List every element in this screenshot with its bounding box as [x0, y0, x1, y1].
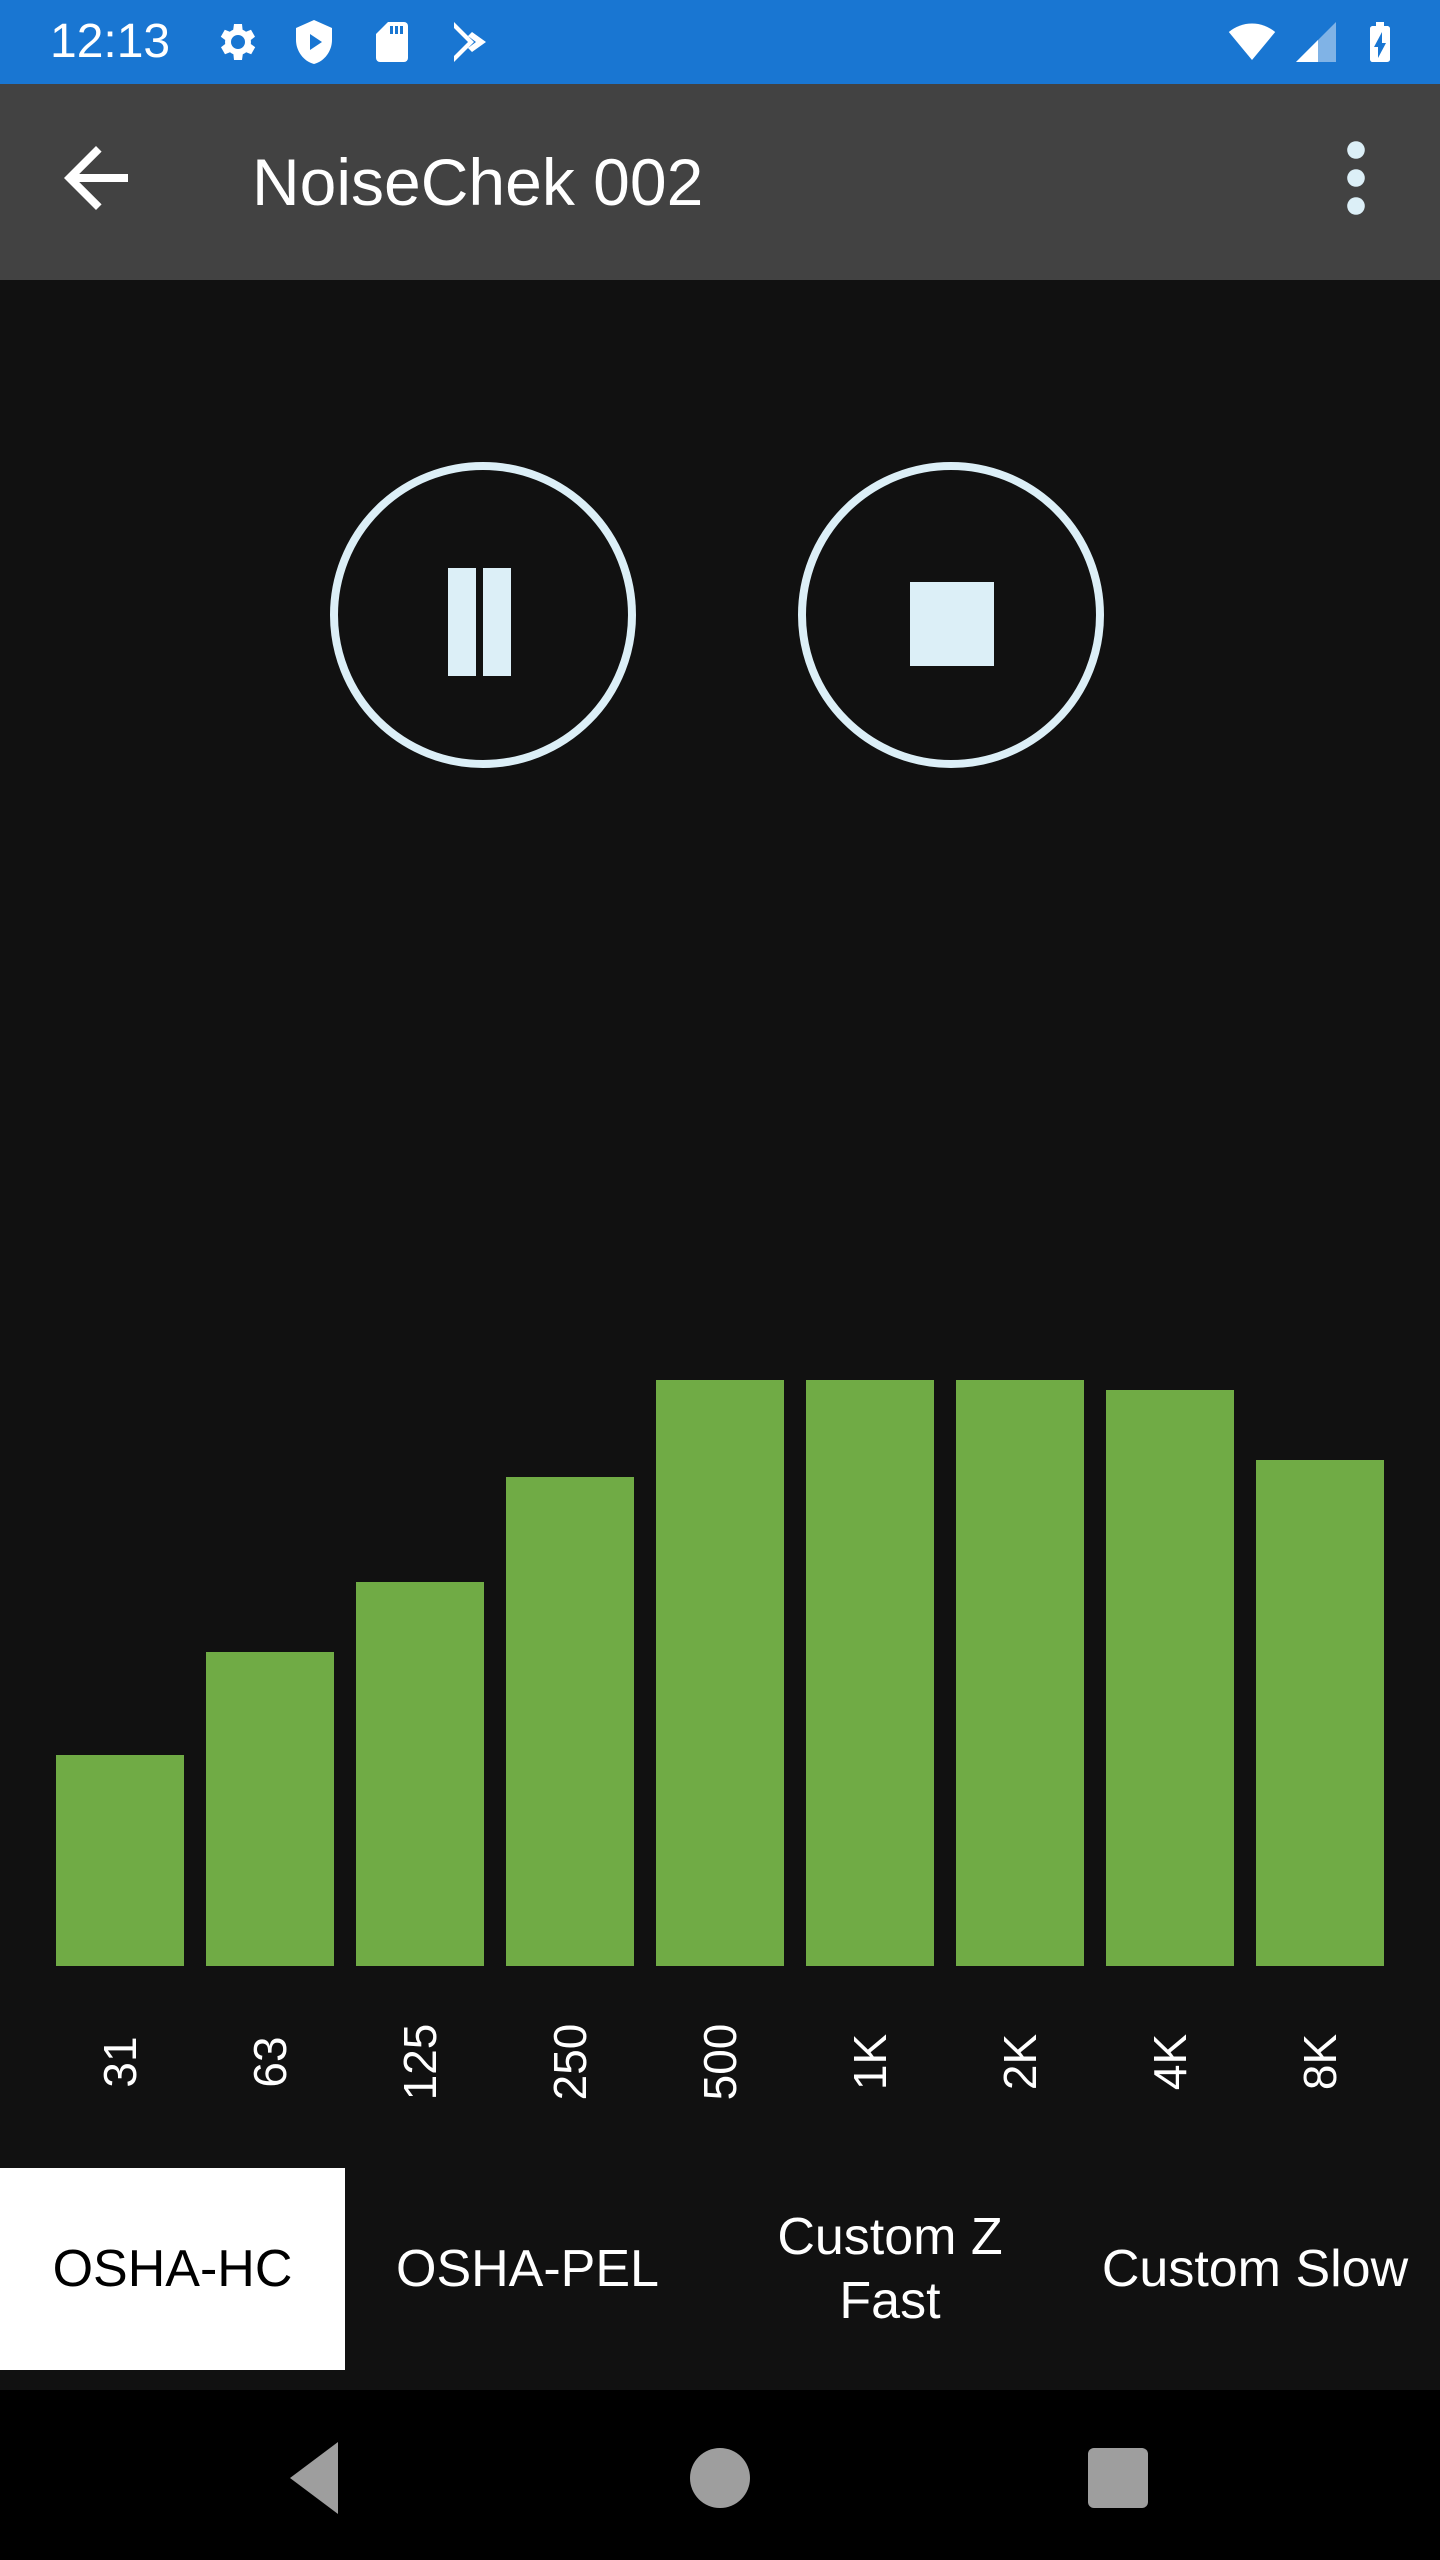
x-tick-label: 250 [544, 2023, 596, 2101]
sd-card-icon [376, 22, 408, 62]
pause-button[interactable] [330, 462, 636, 768]
tab-osha-hc[interactable]: OSHA-HC [0, 2168, 345, 2370]
chart-bar-4k [1106, 1389, 1234, 1966]
tab-label: Custom Slow [1101, 2240, 1409, 2298]
tab-label: OSHA-PEL [396, 2240, 659, 2298]
x-tick-label: 1K [844, 2033, 896, 2091]
nav-home-icon[interactable] [672, 2430, 768, 2526]
nav-recents-icon[interactable] [1070, 2430, 1166, 2526]
cell-signal-icon [1296, 22, 1336, 62]
pause-icon-bar [483, 568, 511, 676]
x-tick-label: 63 [244, 2036, 296, 2088]
nav-back-icon[interactable] [270, 2430, 366, 2526]
shield-play-icon [296, 20, 332, 64]
x-tick-label: 31 [94, 2036, 146, 2088]
more-vert-icon[interactable] [1316, 130, 1396, 226]
x-tick-label: 2K [994, 2033, 1046, 2091]
x-tick-label: 8K [1294, 2033, 1346, 2091]
chart-bar-31 [56, 1755, 184, 1966]
tab-custom-slow[interactable]: Custom Slow [1070, 2168, 1440, 2370]
chart-bar-1k [806, 1380, 934, 1966]
octave-band-chart: 31 63 125 250 500 1K 2K 4K 8K [0, 1300, 1440, 2100]
arrow-back-icon[interactable] [48, 130, 144, 226]
chart-bar-125 [356, 1582, 484, 1966]
page-title: NoiseChek 002 [252, 145, 704, 219]
status-bar: 12:13 [0, 0, 1440, 84]
chart-bar-250 [506, 1476, 634, 1966]
tab-label: OSHA-HC [52, 2240, 293, 2298]
x-tick-label: 4K [1144, 2033, 1196, 2091]
x-tick-label: 125 [394, 2023, 446, 2101]
tab-osha-pel[interactable]: OSHA-PEL [345, 2168, 710, 2370]
measurement-profile-tabs: OSHA-HC OSHA-PEL Custom Z Fast Custom Slow [0, 2168, 1440, 2390]
pause-icon [448, 568, 476, 676]
battery-charging-icon [1370, 22, 1390, 62]
app-bar [0, 84, 1440, 280]
chart-bar-500 [656, 1380, 784, 1966]
chart-bar-63 [206, 1652, 334, 1966]
wifi-icon [1228, 23, 1276, 60]
tab-label: Custom Z Fast [777, 2208, 1003, 2330]
play-store-icon [454, 22, 486, 62]
stop-button[interactable] [798, 462, 1104, 768]
status-time: 12:13 [50, 15, 171, 68]
x-tick-label: 500 [694, 2023, 746, 2101]
chart-bar-2k [956, 1380, 1084, 1966]
tab-custom-z-fast[interactable]: Custom Z Fast [710, 2168, 1070, 2370]
settings-icon [220, 24, 256, 60]
system-nav-bar [0, 2390, 1440, 2560]
chart-bar-8k [1256, 1459, 1384, 1966]
stop-icon [910, 582, 994, 666]
